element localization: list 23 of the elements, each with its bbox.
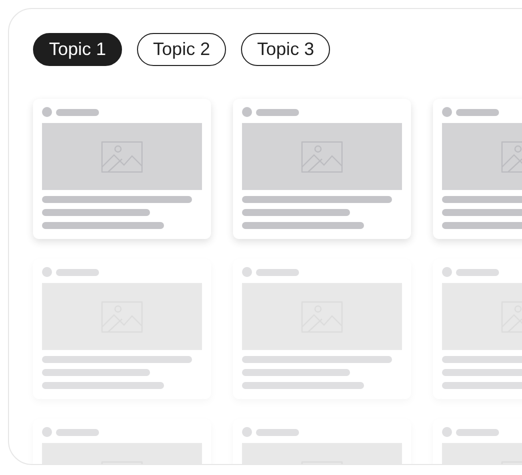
image-icon [301, 140, 343, 172]
placeholder-line [456, 268, 499, 276]
placeholder-line [456, 428, 499, 436]
placeholder-line [56, 428, 99, 436]
placeholder-line [256, 108, 299, 116]
tab[interactable]: Topic 2 [137, 33, 226, 66]
placeholder-dot [242, 267, 252, 277]
image-icon [101, 140, 143, 172]
placeholder-line [456, 108, 499, 116]
placeholder-dot [442, 427, 452, 437]
placeholder-dot [42, 267, 52, 277]
placeholder-dot [42, 107, 52, 117]
placeholder-line [56, 268, 99, 276]
placeholder-dot [242, 107, 252, 117]
tab[interactable]: Topic 3 [241, 33, 330, 66]
placeholder-line [256, 428, 299, 436]
placeholder-dot [442, 107, 452, 117]
placeholder-dot [42, 427, 52, 437]
placeholder-dot [442, 267, 452, 277]
placeholder-line [56, 108, 99, 116]
tab[interactable]: Topic 1 [33, 33, 122, 66]
placeholder-dot [242, 427, 252, 437]
placeholder-line [256, 268, 299, 276]
